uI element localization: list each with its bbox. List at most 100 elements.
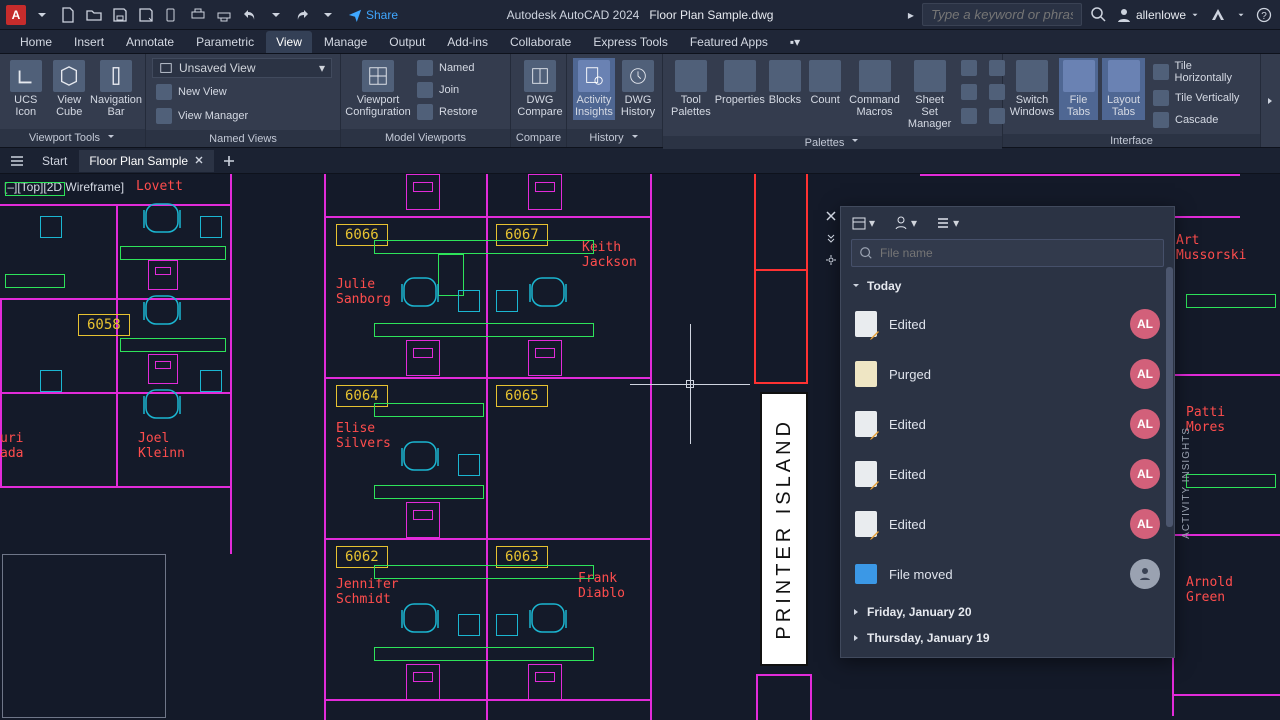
navbar-button[interactable]: Navigation Bar (93, 58, 139, 120)
desk (5, 274, 65, 288)
saveas-icon[interactable] (136, 5, 156, 25)
view-manager-button[interactable]: View Manager (152, 106, 252, 126)
insights-search[interactable] (851, 239, 1164, 267)
join-viewport-button[interactable]: Join (413, 80, 482, 100)
close-tab-icon[interactable] (194, 154, 204, 168)
print-icon[interactable] (214, 5, 234, 25)
desk (374, 485, 484, 499)
open-icon[interactable] (84, 5, 104, 25)
activity-insights-button[interactable]: Activity Insights (573, 58, 615, 120)
insight-row[interactable]: Edited AL (841, 449, 1174, 499)
viewcube-button[interactable]: View Cube (50, 58, 90, 120)
insight-row[interactable]: File moved (841, 549, 1174, 599)
file-purge-icon (855, 361, 877, 387)
menu-express[interactable]: Express Tools (583, 31, 677, 53)
insight-row[interactable]: Edited AL (841, 499, 1174, 549)
new-view-button[interactable]: New View (152, 82, 231, 102)
dwg-compare-button[interactable]: DWG Compare (517, 58, 563, 120)
user-filter-icon[interactable]: ▾ (893, 215, 917, 231)
app-icon[interactable]: A (6, 5, 26, 25)
tile-horizontal-button[interactable]: Tile Horizontally (1149, 58, 1254, 86)
insights-search-input[interactable] (851, 239, 1164, 267)
help-icon[interactable]: ? (1254, 5, 1274, 25)
ucs-icon-button[interactable]: UCS Icon (6, 58, 46, 120)
share-button[interactable]: Share (348, 8, 398, 22)
new-tab-icon[interactable] (216, 148, 242, 174)
menu-manage[interactable]: Manage (314, 31, 377, 53)
list-filter-icon[interactable]: ▾ (935, 215, 959, 231)
count-button[interactable]: Count (807, 58, 843, 108)
file-cabinet (406, 664, 440, 700)
help-search-input[interactable] (922, 3, 1082, 26)
palette-extra3[interactable] (957, 106, 981, 126)
scrollbar-thumb[interactable] (1166, 267, 1173, 527)
sheetset-manager-button[interactable]: Sheet Set Manager (906, 58, 953, 132)
equipment (200, 216, 222, 238)
equipment (458, 290, 480, 312)
palette-extra2[interactable] (957, 82, 981, 102)
menu-featured[interactable]: Featured Apps (680, 31, 778, 53)
undo-icon[interactable] (240, 5, 260, 25)
redo-icon[interactable] (292, 5, 312, 25)
menu-view[interactable]: View (266, 31, 312, 53)
avatar: AL (1130, 459, 1160, 489)
search-icon[interactable] (1090, 6, 1108, 24)
web-mobile-icon[interactable] (162, 5, 182, 25)
insight-row[interactable]: Edited AL (841, 399, 1174, 449)
file-edit-icon (855, 411, 877, 437)
menu-collaborate[interactable]: Collaborate (500, 31, 581, 53)
properties-button[interactable]: Properties (717, 58, 763, 108)
menu-addins[interactable]: Add-ins (437, 31, 498, 53)
file-tabs-button[interactable]: File Tabs (1059, 58, 1098, 120)
autodesk-app-icon[interactable] (1208, 5, 1228, 25)
search-arrow-icon[interactable]: ▸ (908, 8, 914, 22)
insight-row[interactable]: Purged AL (841, 349, 1174, 399)
menu-output[interactable]: Output (379, 31, 435, 53)
palette-extra1[interactable] (957, 58, 981, 78)
unsaved-view-dropdown[interactable]: Unsaved View ▾ (152, 58, 332, 78)
new-icon[interactable] (58, 5, 78, 25)
command-macros-button[interactable]: Command Macros (847, 58, 902, 120)
tab-start[interactable]: Start (32, 150, 77, 172)
section-thu[interactable]: Thursday, January 19 (841, 625, 1174, 651)
user-menu[interactable]: allenlowe (1116, 7, 1200, 23)
cascade-button[interactable]: Cascade (1149, 110, 1254, 130)
chair (526, 272, 570, 314)
save-icon[interactable] (110, 5, 130, 25)
tab-floorplan[interactable]: Floor Plan Sample (79, 150, 214, 172)
blocks-button[interactable]: Blocks (767, 58, 803, 108)
dwg-history-button[interactable]: DWG History (619, 58, 657, 120)
file-cabinet (528, 340, 562, 376)
tile-vertical-button[interactable]: Tile Vertically (1149, 88, 1254, 108)
named-viewport-button[interactable]: Named (413, 58, 482, 78)
layout-tabs-button[interactable]: Layout Tabs (1102, 58, 1145, 120)
menu-annotate[interactable]: Annotate (116, 31, 184, 53)
tool-palettes-button[interactable]: Tool Palettes (669, 58, 713, 120)
chair (140, 384, 184, 426)
section-today[interactable]: Today (841, 273, 1174, 299)
menu-home[interactable]: Home (10, 31, 62, 53)
desk (374, 403, 484, 417)
qat-dropdown-icon[interactable] (32, 5, 52, 25)
panel-close-icon[interactable] (821, 207, 841, 225)
restore-viewport-button[interactable]: Restore (413, 102, 482, 122)
panel-collapse-icon[interactable] (821, 229, 841, 247)
undo-dropdown-icon[interactable] (266, 5, 286, 25)
insight-row[interactable]: Edited AL (841, 299, 1174, 349)
switch-windows-button[interactable]: Switch Windows (1009, 58, 1055, 120)
panel-settings-icon[interactable] (821, 251, 841, 269)
drawing-canvas[interactable]: [–][Top][2D Wireframe] 6058 6066 6067 60… (0, 174, 1280, 720)
redo-dropdown-icon[interactable] (318, 5, 338, 25)
avatar: AL (1130, 309, 1160, 339)
menu-extra-icon[interactable]: ▪▾ (780, 31, 810, 53)
hamburger-icon[interactable] (4, 148, 30, 174)
plot-icon[interactable] (188, 5, 208, 25)
menu-bar: Home Insert Annotate Parametric View Man… (0, 30, 1280, 54)
ribbon-overflow-icon[interactable] (1261, 54, 1279, 147)
menu-insert[interactable]: Insert (64, 31, 114, 53)
section-fri[interactable]: Friday, January 20 (841, 599, 1174, 625)
chair (140, 198, 184, 240)
menu-parametric[interactable]: Parametric (186, 31, 264, 53)
calendar-filter-icon[interactable]: ▾ (851, 215, 875, 231)
viewport-config-button[interactable]: Viewport Configuration (347, 58, 409, 120)
